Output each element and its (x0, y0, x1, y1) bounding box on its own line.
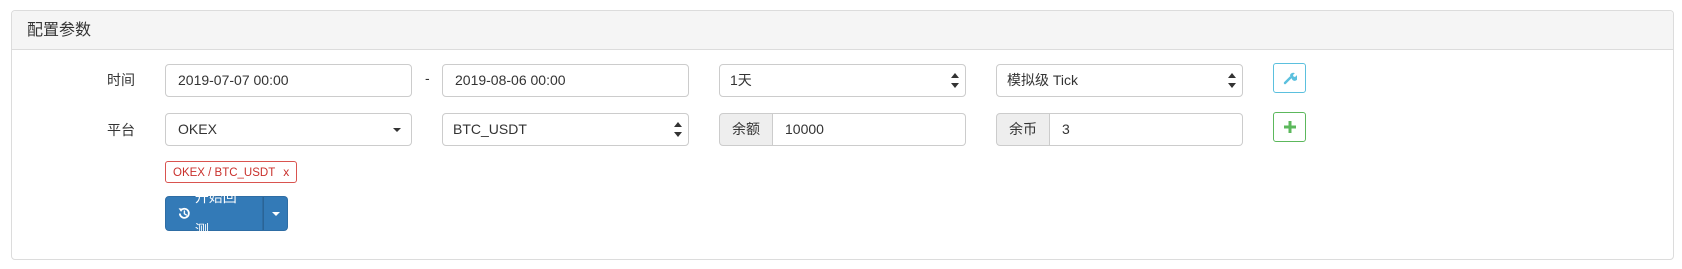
start-time-value: 2019-07-07 00:00 (178, 72, 289, 88)
panel-title: 配置参数 (27, 22, 92, 39)
panel-header: 配置参数 (12, 11, 1673, 50)
select-arrows-icon (951, 73, 959, 88)
pair-value: BTC_USDT (453, 121, 527, 137)
history-icon (178, 207, 190, 219)
end-time-value: 2019-08-06 00:00 (455, 72, 566, 88)
select-arrows-icon (1228, 73, 1236, 88)
plus-icon (1283, 121, 1296, 133)
exchange-value: OKEX (178, 121, 217, 137)
balance-addon: 余额 (719, 113, 773, 146)
end-time-input[interactable]: 2019-08-06 00:00 (442, 64, 689, 97)
mode-select[interactable]: 模拟级 Tick (996, 64, 1243, 97)
start-backtest-button[interactable]: 开始回测 (165, 189, 263, 238)
add-platform-button[interactable] (1273, 112, 1306, 142)
coins-input[interactable]: 3 (1050, 113, 1243, 146)
balance-input[interactable]: 10000 (773, 113, 966, 146)
time-label: 时间 (107, 72, 135, 88)
start-backtest-label: 开始回测 (194, 188, 237, 238)
platform-label: 平台 (107, 122, 135, 138)
start-backtest-dropdown[interactable] (263, 196, 288, 231)
tag-remove-icon[interactable]: x (283, 165, 289, 179)
wrench-icon (1283, 72, 1297, 85)
pair-select[interactable]: BTC_USDT (442, 113, 689, 146)
settings-button[interactable] (1273, 63, 1306, 93)
caret-down-icon (272, 212, 280, 216)
start-time-input[interactable]: 2019-07-07 00:00 (165, 64, 412, 97)
coins-value: 3 (1062, 121, 1070, 137)
exchange-select[interactable]: OKEX (165, 113, 412, 146)
platform-tag-label: OKEX / BTC_USDT (173, 167, 276, 179)
period-select[interactable]: 1天 (719, 64, 966, 97)
chevron-down-icon (393, 128, 401, 132)
select-arrows-icon (674, 122, 682, 137)
mode-value: 模拟级 Tick (1007, 72, 1079, 88)
coins-addon: 余币 (996, 113, 1050, 146)
balance-value: 10000 (785, 121, 824, 137)
period-value: 1天 (730, 72, 752, 88)
date-separator: - (425, 70, 430, 86)
